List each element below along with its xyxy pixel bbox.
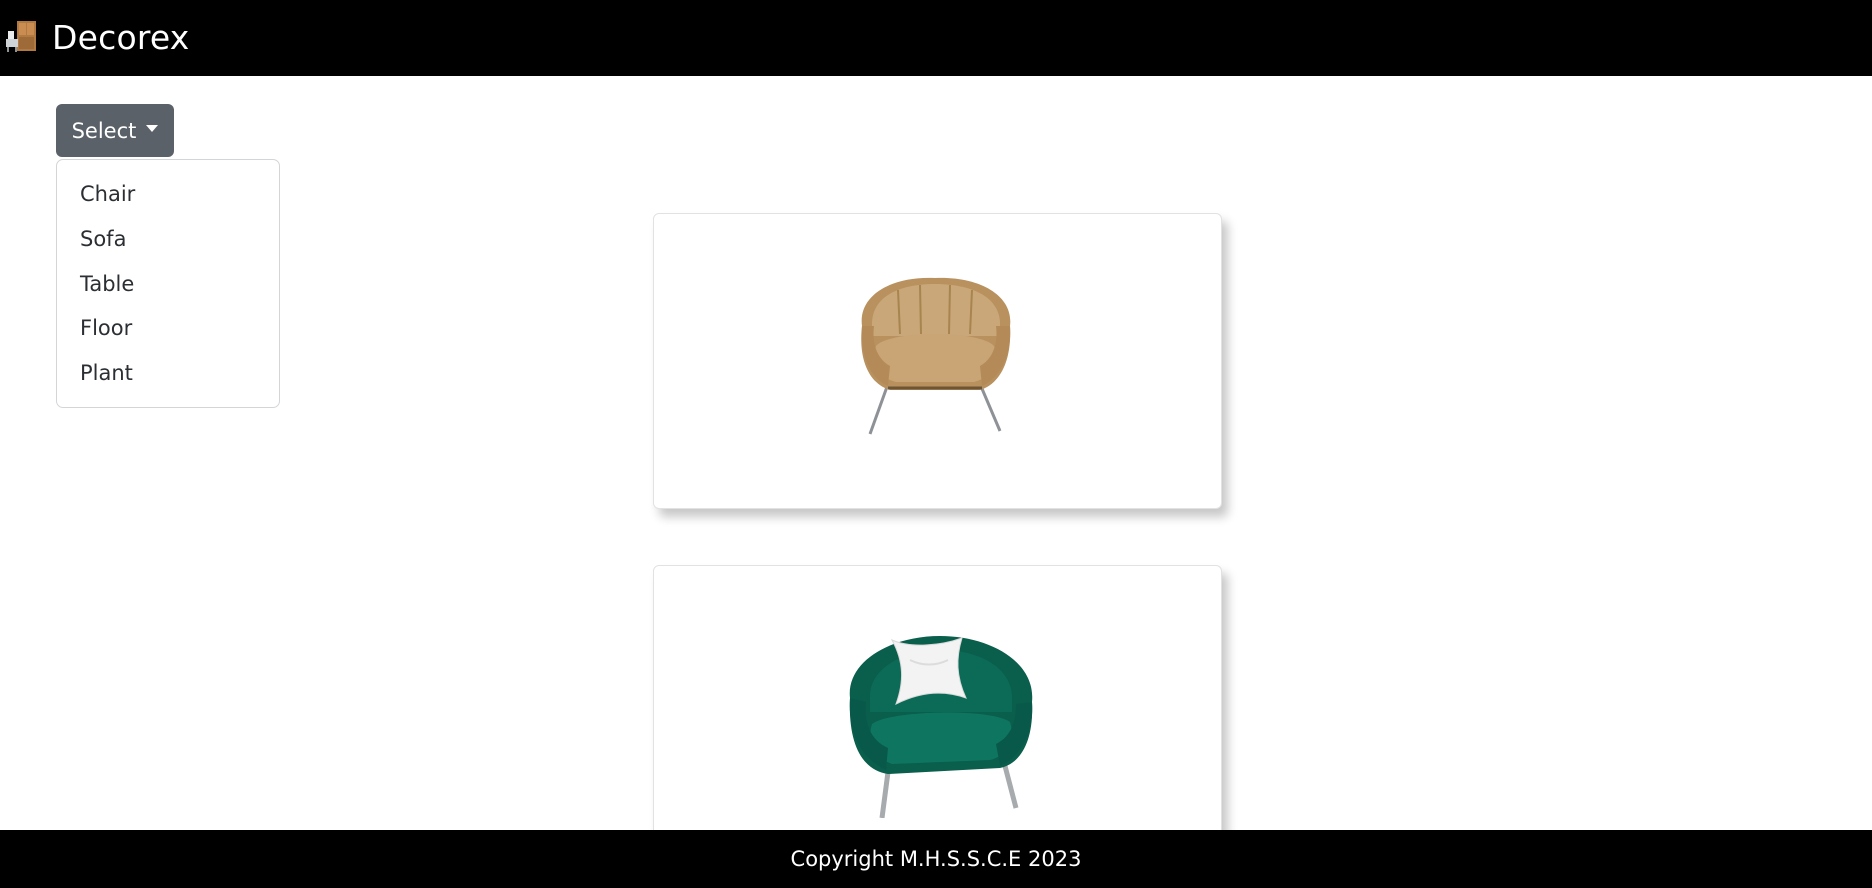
dropdown-item-table[interactable]: Table bbox=[80, 269, 134, 299]
green-armchair-image bbox=[849, 636, 1033, 818]
brand-name[interactable]: Decorex bbox=[52, 16, 190, 60]
dropdown-item-plant[interactable]: Plant bbox=[80, 358, 133, 388]
dropdown-item-floor[interactable]: Floor bbox=[80, 313, 132, 343]
tan-armchair-image bbox=[861, 277, 1011, 435]
footer: Copyright M.H.S.S.C.E 2023 bbox=[0, 830, 1872, 888]
copyright-text: Copyright M.H.S.S.C.E 2023 bbox=[790, 847, 1082, 871]
caret-down-icon bbox=[146, 125, 159, 132]
furniture-logo-icon[interactable] bbox=[5, 19, 38, 53]
product-card[interactable] bbox=[653, 565, 1222, 865]
category-select-button[interactable]: Select bbox=[56, 104, 174, 157]
dropdown-item-chair[interactable]: Chair bbox=[80, 179, 135, 209]
dropdown-item-sofa[interactable]: Sofa bbox=[80, 224, 126, 254]
product-card[interactable] bbox=[653, 213, 1222, 509]
category-dropdown-menu: Chair Sofa Table Floor Plant bbox=[56, 159, 280, 408]
navbar: Decorex bbox=[0, 0, 1872, 76]
category-select-label: Select bbox=[71, 118, 137, 143]
